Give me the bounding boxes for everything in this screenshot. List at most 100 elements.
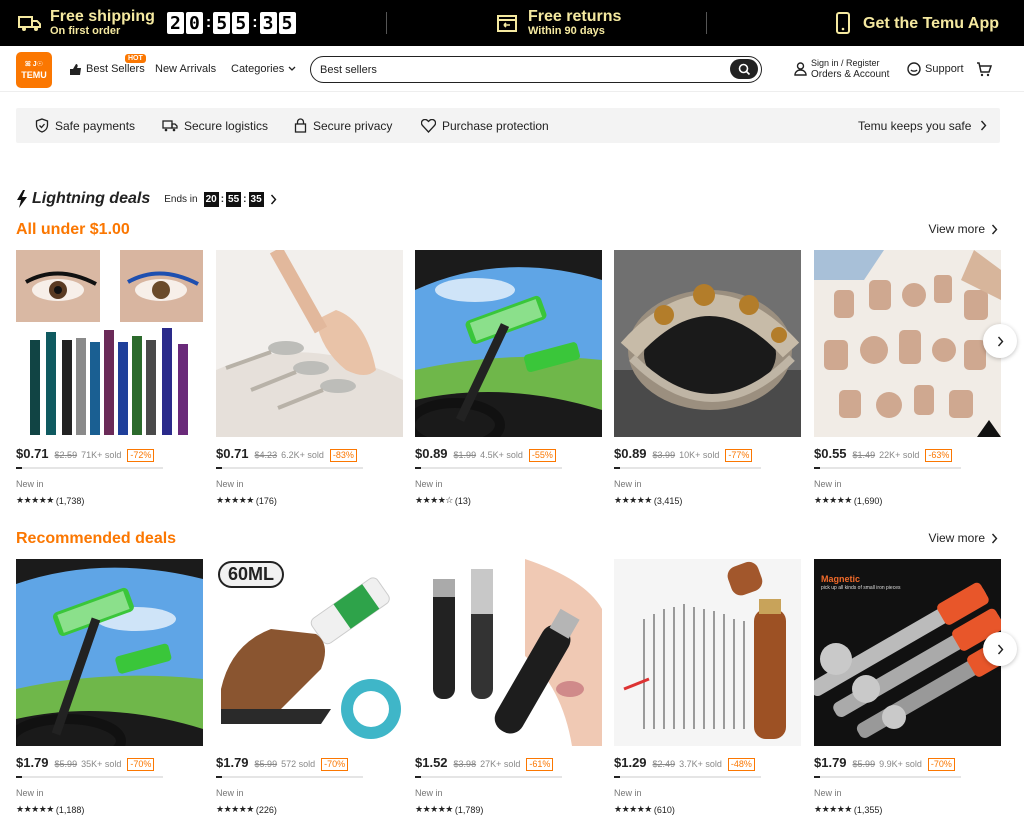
review-count: (3,415): [653, 495, 683, 506]
carousel-next-button[interactable]: [983, 324, 1017, 358]
current-price: $0.89: [415, 446, 448, 461]
product-card[interactable]: Magnetic pick up all kinds of small iron…: [814, 559, 1001, 815]
temu-logo[interactable]: ꕤ J☉ TEMU: [16, 52, 52, 88]
product-image[interactable]: [614, 559, 801, 746]
get-app-label: Get the Temu App: [863, 14, 999, 32]
chevron-right-icon: [997, 644, 1003, 654]
support-link[interactable]: Support: [907, 46, 964, 92]
product-image[interactable]: [16, 250, 203, 437]
trust-label: Safe payments: [55, 118, 136, 133]
sewing-needles-image: [614, 559, 801, 746]
account-menu[interactable]: Sign in / Register Orders & Account: [794, 46, 889, 92]
sold-count: 6.2K+ sold: [281, 450, 324, 460]
user-icon: [794, 62, 807, 76]
review-count: (13): [454, 495, 471, 506]
price-row: $1.52 $3.98 27K+ sold -61%: [415, 755, 554, 771]
product-card[interactable]: $1.29 $2.49 3.7K+ sold -48% New in ★★★★★ (61…: [614, 559, 801, 815]
product-card[interactable]: $0.89 $1.99 4.5K+ sold -55% New in ★★★★☆ (13…: [415, 250, 602, 506]
original-price: $5.99: [254, 759, 278, 769]
carousel-next-button[interactable]: [983, 632, 1017, 666]
bracelet-image: [614, 250, 801, 437]
phone-icon: [836, 12, 850, 34]
price-row: $0.71 $2.59 71K+ sold -72%: [16, 446, 155, 462]
rating-stars: ★★★★★: [16, 495, 54, 505]
promo-bar: Free shipping On first order 2 0 : 5 5 :…: [0, 0, 1024, 46]
original-price: $1.99: [453, 450, 477, 460]
divider: [386, 12, 387, 34]
trust-label: Secure privacy: [313, 118, 393, 133]
get-app-promo[interactable]: Get the Temu App: [836, 0, 999, 46]
discount-badge: -72%: [127, 449, 155, 462]
new-in-label: New in: [814, 788, 842, 798]
sales-progress-bar: [216, 776, 363, 778]
product-image[interactable]: [16, 559, 203, 746]
free-returns-promo[interactable]: Free returns Within 90 days: [496, 0, 621, 46]
product-image[interactable]: Magnetic pick up all kinds of small iron…: [814, 559, 1001, 746]
search-bar[interactable]: Best sellers: [310, 56, 762, 83]
trust-safe-payments[interactable]: Safe payments: [35, 108, 135, 143]
new-in-label: New in: [614, 479, 642, 489]
product-card[interactable]: $1.79 $5.99 35K+ sold -70% New in ★★★★★ (1,1…: [16, 559, 203, 815]
sales-progress-bar: [16, 467, 163, 469]
chevron-right-icon: [997, 336, 1003, 346]
truck-icon: [162, 120, 178, 132]
sales-progress-bar: [16, 776, 163, 778]
product-image[interactable]: [614, 250, 801, 437]
free-shipping-promo[interactable]: Free shipping On first order 2 0 : 5 5 :…: [18, 0, 298, 46]
countdown-minutes: 55: [226, 191, 242, 207]
product-image[interactable]: [415, 250, 602, 437]
product-image[interactable]: [216, 250, 403, 437]
search-button[interactable]: [730, 59, 758, 79]
nav-best-sellers[interactable]: Best Sellers: [69, 46, 145, 92]
countdown-seconds: 35: [248, 191, 264, 207]
trust-purchase-protection[interactable]: Purchase protection: [421, 108, 549, 143]
all-under-subtitle: All under $1.00: [16, 221, 130, 238]
price-row: $0.89 $1.99 4.5K+ sold -55%: [415, 446, 556, 462]
rating: ★★★★★ (1,738): [16, 495, 84, 506]
review-count: (1,789): [454, 804, 484, 815]
product-image[interactable]: [415, 559, 602, 746]
discount-badge: -63%: [925, 449, 953, 462]
product-card[interactable]: $0.89 $3.99 10K+ sold -77% New in ★★★★★ (3,4…: [614, 250, 801, 506]
sales-progress-fill: [415, 776, 421, 778]
lightning-bolt-icon: [17, 190, 27, 208]
new-in-label: New in: [415, 788, 443, 798]
temu-keeps-you-safe-link[interactable]: Temu keeps you safe: [858, 108, 987, 143]
product-card[interactable]: $0.71 $4.23 6.2K+ sold -83% New in ★★★★★ (17…: [216, 250, 403, 506]
rating: ★★★★★ (226): [216, 804, 277, 815]
magnetic-title: Magnetic: [821, 574, 861, 584]
new-in-label: New in: [16, 479, 44, 489]
price-row: $0.89 $3.99 10K+ sold -77%: [614, 446, 753, 462]
trust-secure-logistics[interactable]: Secure logistics: [162, 108, 268, 143]
hair-clips-image: [814, 250, 1001, 437]
trust-secure-privacy[interactable]: Secure privacy: [294, 108, 392, 143]
cart-button[interactable]: [976, 46, 992, 92]
support-label: Support: [925, 63, 964, 75]
view-more-link[interactable]: View more: [929, 531, 998, 545]
product-card[interactable]: $1.52 $3.98 27K+ sold -61% New in ★★★★★ (1,7…: [415, 559, 602, 815]
lightning-deals-header[interactable]: Lightning deals Ends in 20 : 55 : 35: [16, 190, 277, 208]
view-more-link[interactable]: View more: [929, 222, 998, 236]
new-in-label: New in: [216, 788, 244, 798]
product-image[interactable]: 60ML: [216, 559, 403, 746]
nav-new-arrivals[interactable]: New Arrivals: [155, 46, 216, 92]
support-chat-icon: [907, 62, 921, 76]
nav-categories[interactable]: Categories: [231, 46, 296, 92]
product-image[interactable]: [814, 250, 1001, 437]
new-in-label: New in: [16, 788, 44, 798]
product-card[interactable]: 60ML $1.79 $5.99 572 sold -70% New in ★★★★★…: [216, 559, 403, 815]
chevron-down-icon: [288, 66, 296, 71]
trust-label: Secure logistics: [184, 118, 269, 133]
rating-stars: ★★★★★: [614, 804, 652, 814]
review-count: (610): [653, 804, 675, 815]
product-card[interactable]: $0.55 $1.49 22K+ sold -63% New in ★★★★★ (1,6…: [814, 250, 1001, 506]
ends-in-label: Ends in: [164, 193, 198, 205]
search-input[interactable]: Best sellers: [320, 64, 377, 76]
current-price: $0.89: [614, 446, 647, 461]
price-row: $1.79 $5.99 572 sold -70%: [216, 755, 349, 771]
review-count: (1,690): [853, 495, 883, 506]
returns-title: Free returns: [528, 8, 622, 25]
product-card[interactable]: $0.71 $2.59 71K+ sold -72% New in ★★★★★ (1,7…: [16, 250, 203, 506]
windshield-cleaner-image: [16, 559, 203, 746]
sales-progress-fill: [216, 467, 222, 469]
